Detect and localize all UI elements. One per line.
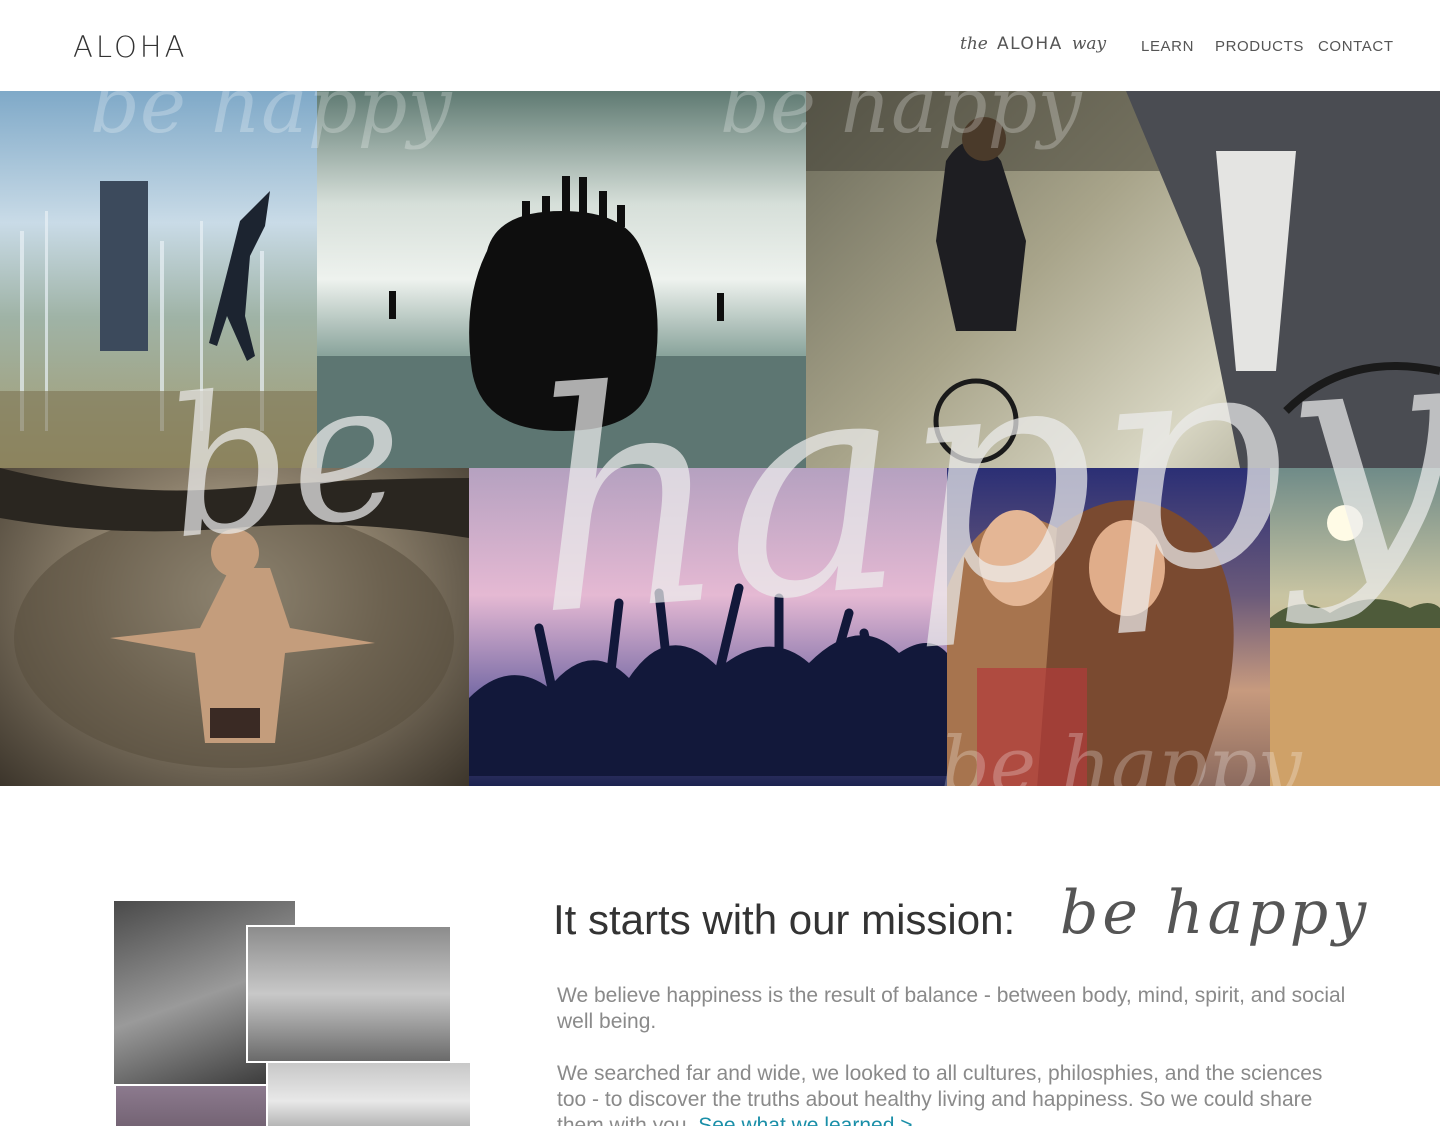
nav-products[interactable]: PRODUCTS (1215, 38, 1304, 55)
mission-paragraph-2-text: We searched far and wide, we looked to a… (557, 1062, 1323, 1126)
pregnant-couple-photo (246, 925, 452, 1063)
fountain-jump-photo (0, 91, 317, 468)
see-what-we-learned-link[interactable]: See what we learned > (698, 1114, 912, 1126)
site-header: ALOHA the ALOHA way LEARN PRODUCTS CONTA… (0, 0, 1440, 91)
nav-contact[interactable]: CONTACT (1318, 38, 1394, 55)
lake-man-photo (0, 468, 469, 786)
mission-be-happy-script: be happy (1060, 878, 1371, 948)
children-photo (266, 1061, 472, 1126)
mission-photo-stack (114, 901, 474, 1126)
mission-title: It starts with our mission: (553, 896, 1016, 943)
mission-paragraph-1: We believe happiness is the result of ba… (557, 984, 1346, 1033)
aloha-logo[interactable]: ALOHA (73, 30, 187, 64)
purple-flowers-photo (114, 1084, 268, 1126)
businessmen-bikes-photo (806, 91, 1440, 468)
nav-learn[interactable]: LEARN (1141, 38, 1194, 55)
aloha-way-suffix: way (1071, 34, 1107, 54)
mission-paragraph-2: We searched far and wide, we looked to a… (557, 1061, 1357, 1126)
hero-collage: be happy be happy be happy be happy (0, 91, 1440, 786)
aloha-way-brand: ALOHA (996, 34, 1063, 54)
aloha-way-prefix: the (960, 34, 988, 54)
girls-party-photo (947, 468, 1270, 786)
concert-crowd-photo (469, 468, 947, 786)
the-aloha-way-link[interactable]: the ALOHA way (960, 34, 1106, 54)
cliff-jumpers-photo (317, 91, 806, 468)
desert-sun-photo (1270, 468, 1440, 786)
